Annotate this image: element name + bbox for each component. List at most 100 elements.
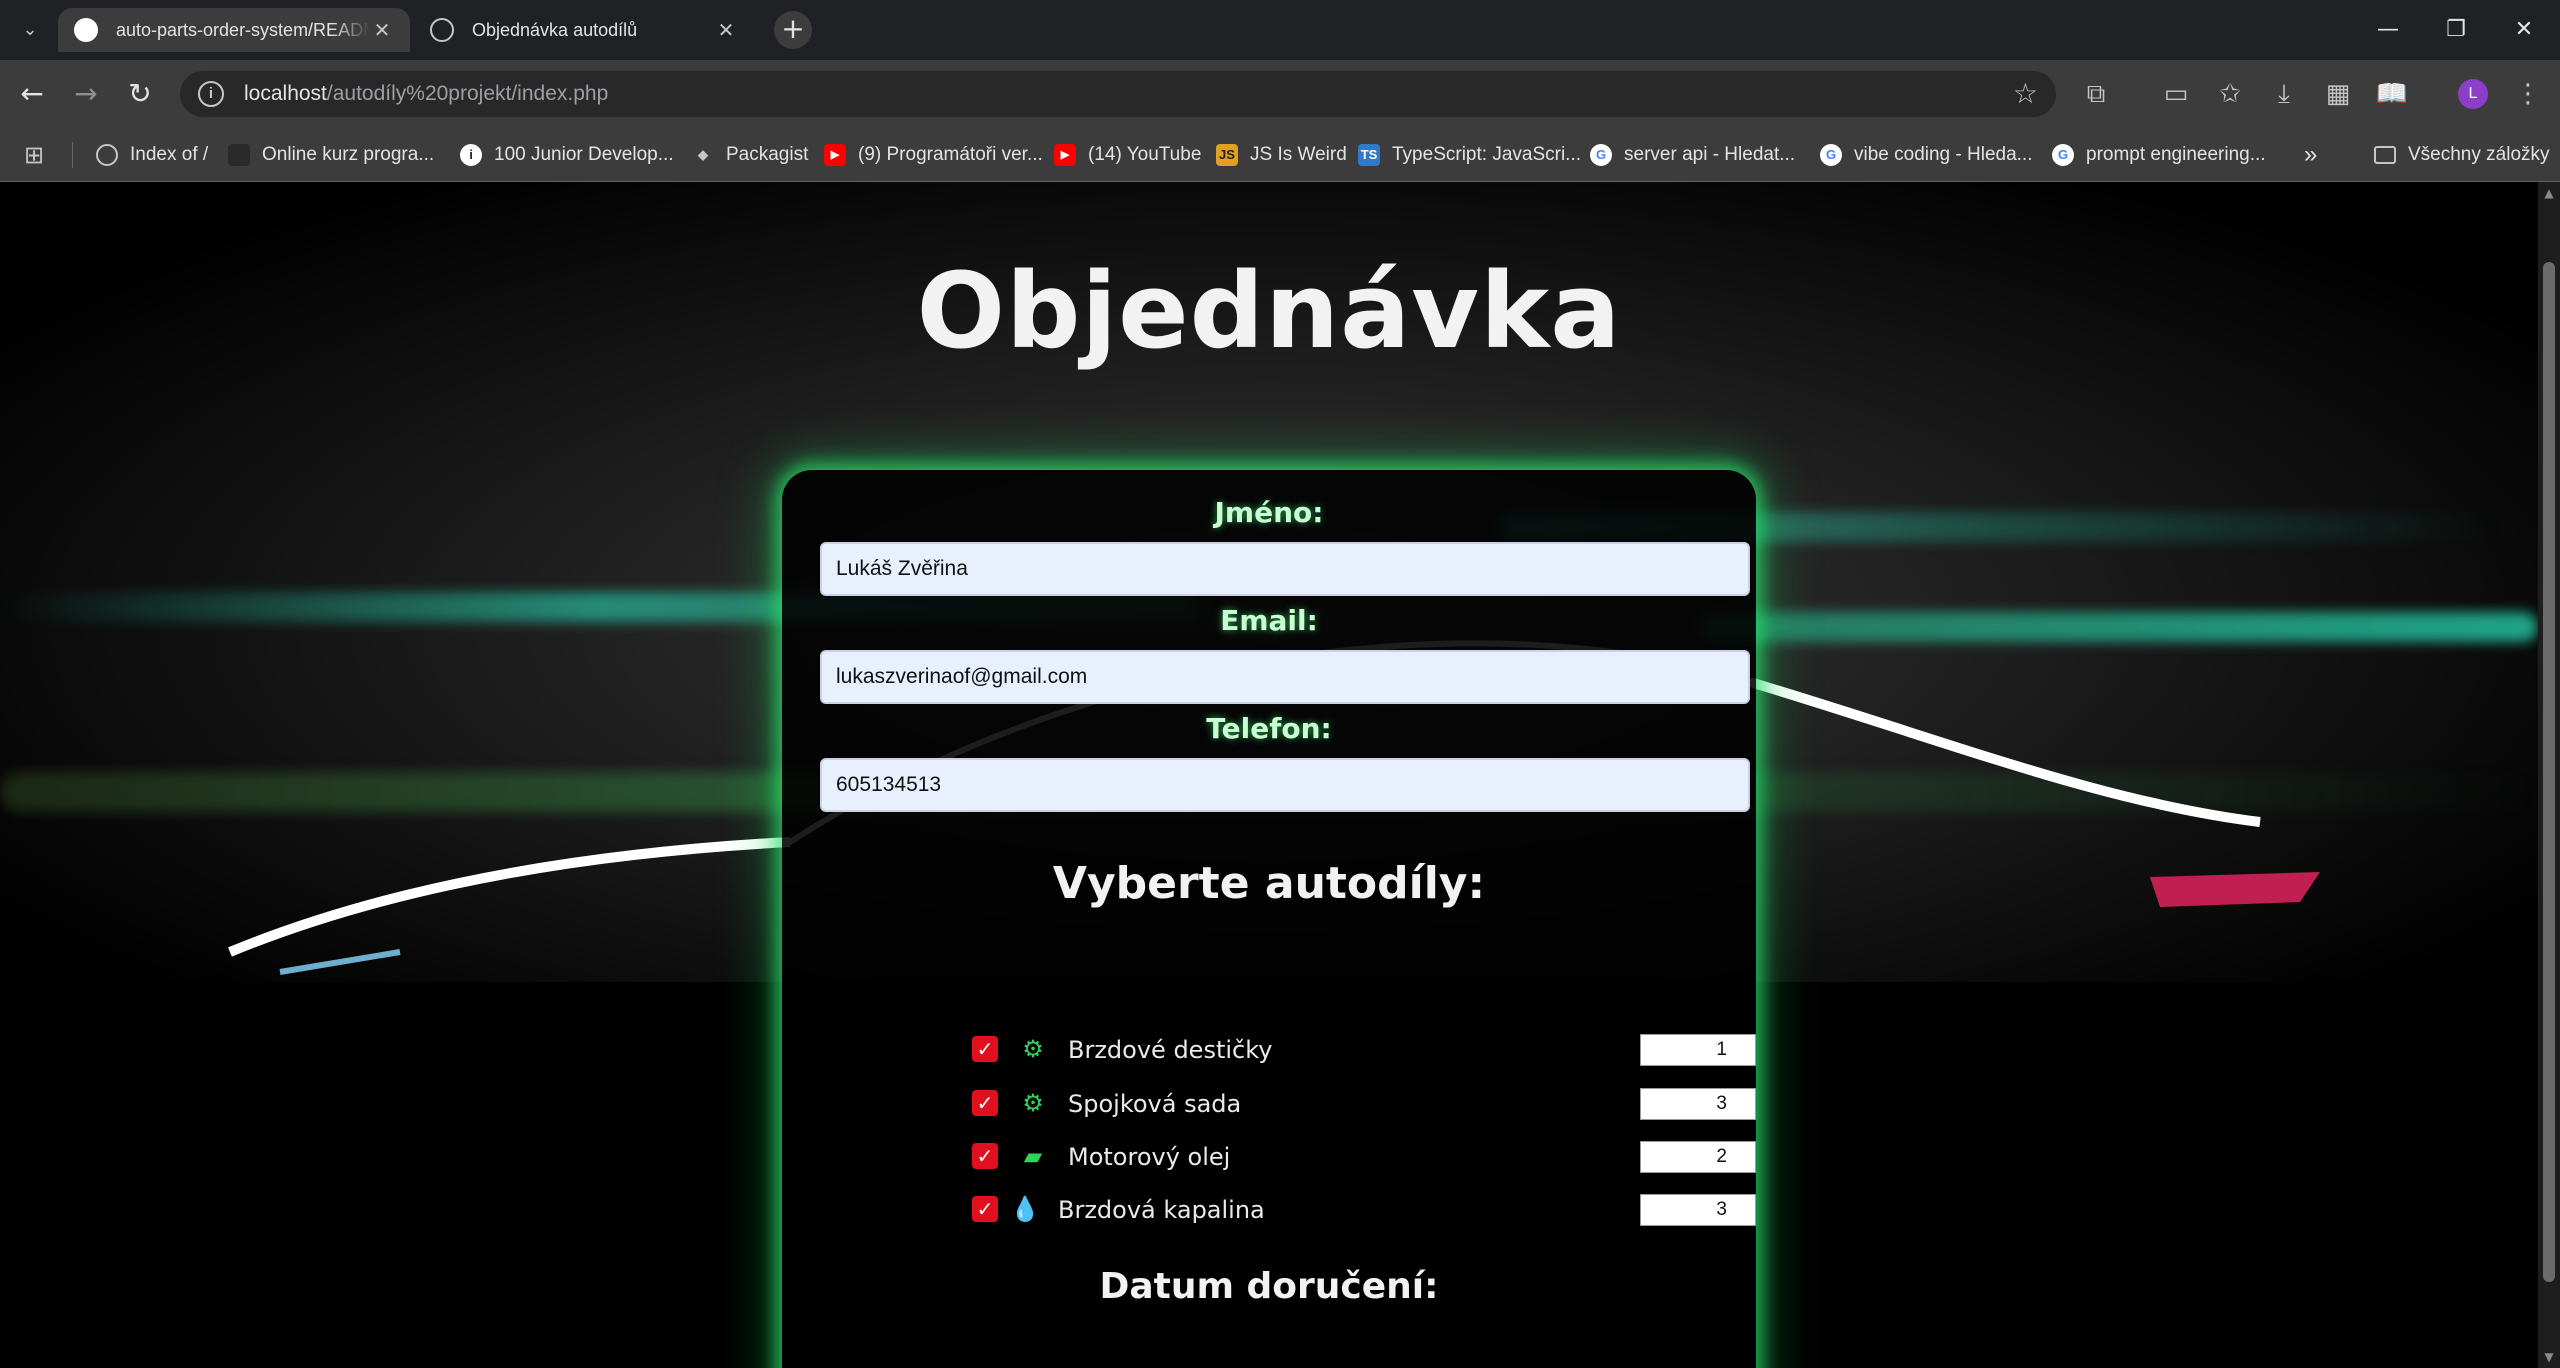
bookmark-item[interactable]: TS TypeScript: JavaScri... <box>1358 128 1581 182</box>
apps-grid-icon[interactable]: ⊞ <box>24 128 44 182</box>
restore-icon[interactable]: ❐ <box>2436 14 2476 46</box>
menu-icon[interactable]: ⋮ <box>2508 74 2548 114</box>
bookmark-label: Všechny záložky <box>2408 144 2550 165</box>
globe-icon <box>430 18 454 42</box>
site-info-icon[interactable]: i <box>198 81 224 107</box>
page-content: Objednávka Jméno: Lukáš Zvěřina Email: l… <box>0 182 2538 1368</box>
back-icon[interactable]: ← <box>12 74 52 114</box>
bookmark-label: (9) Programátoři ver... <box>858 144 1043 165</box>
url-host: localhost <box>244 82 327 105</box>
phone-input[interactable]: 605134513 <box>820 758 1750 812</box>
bookmark-item[interactable]: Online kurz progra... <box>228 128 434 182</box>
tab-search-chevron-icon[interactable]: ⌄ <box>16 16 44 44</box>
quantity-input[interactable]: 1 <box>1640 1034 1756 1066</box>
order-form: Jméno: Lukáš Zvěřina Email: lukaszverina… <box>782 470 1756 1368</box>
bookmark-item[interactable]: ◆ Packagist <box>692 128 808 182</box>
reload-icon[interactable]: ↻ <box>120 74 160 114</box>
tab-order-page[interactable]: Objednávka autodílů ✕ <box>414 8 754 52</box>
all-bookmarks-folder[interactable]: Všechny záložky <box>2374 128 2550 182</box>
bookmark-label: vibe coding - Hleda... <box>1854 144 2033 165</box>
bookmark-label: 100 Junior Develop... <box>494 144 674 165</box>
google-icon: G <box>1820 144 1842 166</box>
close-icon[interactable]: ✕ <box>370 18 394 43</box>
bookmarks-divider <box>72 142 73 168</box>
oil-can-icon: ▰ <box>1023 1142 1043 1170</box>
tab-groups-icon[interactable]: ▦ <box>2318 74 2358 114</box>
phone-label: Telefon: <box>1206 712 1332 745</box>
scrollbar-thumb[interactable] <box>2543 262 2555 1282</box>
email-input[interactable]: lukaszverinaof@gmail.com <box>820 650 1750 704</box>
ts-icon: TS <box>1358 144 1380 166</box>
part-label: Brzdová kapalina <box>1058 1196 1265 1224</box>
download-icon[interactable]: ⤓ <box>2264 74 2304 114</box>
url-path: /autodíly%20projekt/index.php <box>326 82 609 105</box>
part-label: Motorový olej <box>1068 1143 1231 1171</box>
site-icon <box>228 144 250 166</box>
tab-readme[interactable]: auto-parts-order-system/READM ✕ <box>58 8 410 52</box>
globe-icon <box>96 144 118 166</box>
profile-avatar[interactable]: L <box>2458 79 2488 109</box>
minimize-icon[interactable]: — <box>2368 14 2408 46</box>
google-icon: G <box>1590 144 1612 166</box>
quantity-input[interactable]: 3 <box>1640 1088 1756 1120</box>
bookmark-item[interactable]: G vibe coding - Hleda... <box>1820 128 2033 182</box>
bookmark-label: Online kurz progra... <box>262 144 435 165</box>
favorites-icon[interactable]: ✩ <box>2210 74 2250 114</box>
part-row-brake-pads: ✓ ⚙ Brzdové destičky 1 <box>972 1030 1756 1070</box>
droplet-icon: 💧 <box>1010 1195 1040 1223</box>
part-row-clutch-kit: ✓ ⚙ Spojková sada 3 <box>972 1084 1756 1124</box>
part-checkbox[interactable]: ✓ <box>972 1143 998 1169</box>
new-tab-button[interactable]: + <box>774 11 812 49</box>
close-window-icon[interactable]: ✕ <box>2504 14 2544 46</box>
part-checkbox[interactable]: ✓ <box>972 1036 998 1062</box>
payment-card-icon[interactable]: ▭ <box>2156 74 2196 114</box>
more-bookmarks-button[interactable]: » <box>2304 128 2317 182</box>
part-checkbox[interactable]: ✓ <box>972 1090 998 1116</box>
address-bar[interactable]: i localhost/autodíly%20projekt/index.php… <box>180 71 2056 117</box>
page-scrollbar[interactable]: ▲ ▼ <box>2538 182 2560 1368</box>
page-title: Objednávka <box>916 250 1622 372</box>
bookmark-star-icon[interactable]: ☆ <box>2013 77 2038 110</box>
youtube-icon: ▶ <box>824 144 846 166</box>
bookmark-item[interactable]: ▶ (14) YouTube <box>1054 128 1201 182</box>
parts-heading: Vyberte autodíly: <box>1052 858 1486 909</box>
bookmark-item[interactable]: JS JS Is Weird <box>1216 128 1347 182</box>
extensions-icon[interactable]: ⧉ <box>2076 74 2116 114</box>
close-icon[interactable]: ✕ <box>714 18 738 43</box>
google-icon: G <box>2052 144 2074 166</box>
bookmark-item[interactable]: i 100 Junior Develop... <box>460 128 674 182</box>
tab-title: Objednávka autodílů <box>472 19 638 40</box>
name-input[interactable]: Lukáš Zvěřina <box>820 542 1750 596</box>
bookmark-label: TypeScript: JavaScri... <box>1392 144 1582 165</box>
tab-title: auto-parts-order-system/READM <box>116 19 370 40</box>
part-label: Brzdové destičky <box>1068 1036 1273 1064</box>
info-icon: i <box>460 144 482 166</box>
bookmark-label: prompt engineering... <box>2086 144 2266 165</box>
delivery-date-heading: Datum doručení: <box>1099 1266 1439 1307</box>
scroll-down-icon[interactable]: ▼ <box>2542 1350 2556 1364</box>
reading-mode-icon[interactable]: 📖 <box>2372 74 2412 114</box>
scroll-up-icon[interactable]: ▲ <box>2542 186 2556 200</box>
bookmark-label: JS Is Weird <box>1250 144 1347 165</box>
quantity-input[interactable]: 3 <box>1640 1194 1756 1226</box>
bookmark-item[interactable]: G server api - Hledat... <box>1590 128 1795 182</box>
navigation-bar: ← → ↻ i localhost/autodíly%20projekt/ind… <box>0 60 2560 128</box>
quantity-input[interactable]: 2 <box>1640 1141 1756 1173</box>
bookmark-item[interactable]: Index of / <box>96 128 208 182</box>
bookmark-label: Packagist <box>726 144 809 165</box>
bookmark-label: server api - Hledat... <box>1624 144 1796 165</box>
bookmark-item[interactable]: ▶ (9) Programátoři ver... <box>824 128 1043 182</box>
forward-icon[interactable]: → <box>66 74 106 114</box>
tab-strip: ⌄ auto-parts-order-system/READM ✕ Objedn… <box>0 0 2560 60</box>
part-row-motor-oil: ✓ ▰ Motorový olej 2 <box>972 1137 1756 1177</box>
js-icon: JS <box>1216 144 1238 166</box>
part-row-brake-fluid: ✓ 💧 Brzdová kapalina 3 <box>972 1190 1756 1230</box>
bookmarks-bar: ⊞ Index of / Online kurz progra... i 100… <box>0 128 2560 182</box>
youtube-icon: ▶ <box>1054 144 1076 166</box>
github-icon <box>74 18 98 42</box>
bookmark-label: (14) YouTube <box>1088 144 1202 165</box>
part-checkbox[interactable]: ✓ <box>972 1196 998 1222</box>
bookmark-item[interactable]: G prompt engineering... <box>2052 128 2266 182</box>
bookmark-label: Index of / <box>130 144 209 165</box>
brake-pad-icon: ⚙ <box>1022 1035 1044 1063</box>
